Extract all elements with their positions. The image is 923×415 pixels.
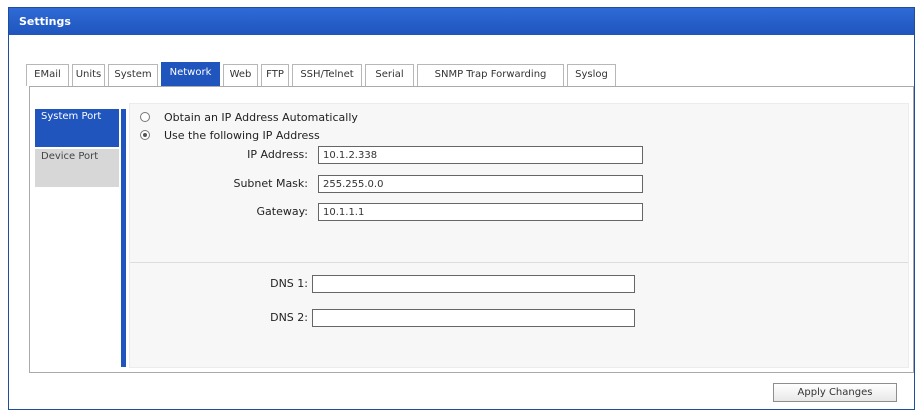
tab-units[interactable]: Units xyxy=(72,64,105,86)
subnet-mask-label: Subnet Mask: xyxy=(233,177,308,190)
dns1-label: DNS 1: xyxy=(270,277,308,290)
auto-ip-option[interactable]: Obtain an IP Address Automatically xyxy=(140,110,358,126)
manual-ip-label: Use the following IP Address xyxy=(164,129,320,142)
manual-ip-radio[interactable] xyxy=(140,130,150,140)
ip-settings-area: Obtain an IP Address Automatically Use t… xyxy=(129,103,909,368)
dns2-label: DNS 2: xyxy=(270,311,308,324)
subnet-mask-input[interactable] xyxy=(318,175,643,193)
settings-window: Settings EMail Units System Network Web … xyxy=(8,7,915,410)
side-tab-system-port[interactable]: System Port xyxy=(35,109,119,147)
tab-ssh-telnet[interactable]: SSH/Telnet xyxy=(292,64,362,86)
tab-email[interactable]: EMail xyxy=(26,64,69,86)
gateway-label: Gateway: xyxy=(256,205,309,218)
dns1-input[interactable] xyxy=(312,275,635,293)
tab-system[interactable]: System xyxy=(108,64,158,86)
tab-serial[interactable]: Serial xyxy=(365,64,414,86)
tab-network[interactable]: Network xyxy=(161,62,220,86)
dns-separator xyxy=(130,262,908,263)
window-title: Settings xyxy=(9,8,914,35)
auto-ip-radio[interactable] xyxy=(140,112,150,122)
tab-syslog[interactable]: Syslog xyxy=(567,64,616,86)
dns2-input[interactable] xyxy=(312,309,635,327)
network-panel: System Port Device Port Obtain an IP Add… xyxy=(29,86,914,373)
tab-ftp[interactable]: FTP xyxy=(261,64,289,86)
ip-address-label: IP Address: xyxy=(247,148,308,161)
gateway-input[interactable] xyxy=(318,203,643,221)
ip-address-input[interactable] xyxy=(318,146,643,164)
tab-web[interactable]: Web xyxy=(223,64,258,86)
apply-changes-button[interactable]: Apply Changes xyxy=(773,383,897,402)
tab-snmp-trap-forwarding[interactable]: SNMP Trap Forwarding xyxy=(417,64,564,86)
side-tab-divider xyxy=(121,109,126,367)
side-tab-device-port[interactable]: Device Port xyxy=(35,149,119,187)
auto-ip-label: Obtain an IP Address Automatically xyxy=(164,111,358,124)
manual-ip-option[interactable]: Use the following IP Address xyxy=(140,128,320,144)
